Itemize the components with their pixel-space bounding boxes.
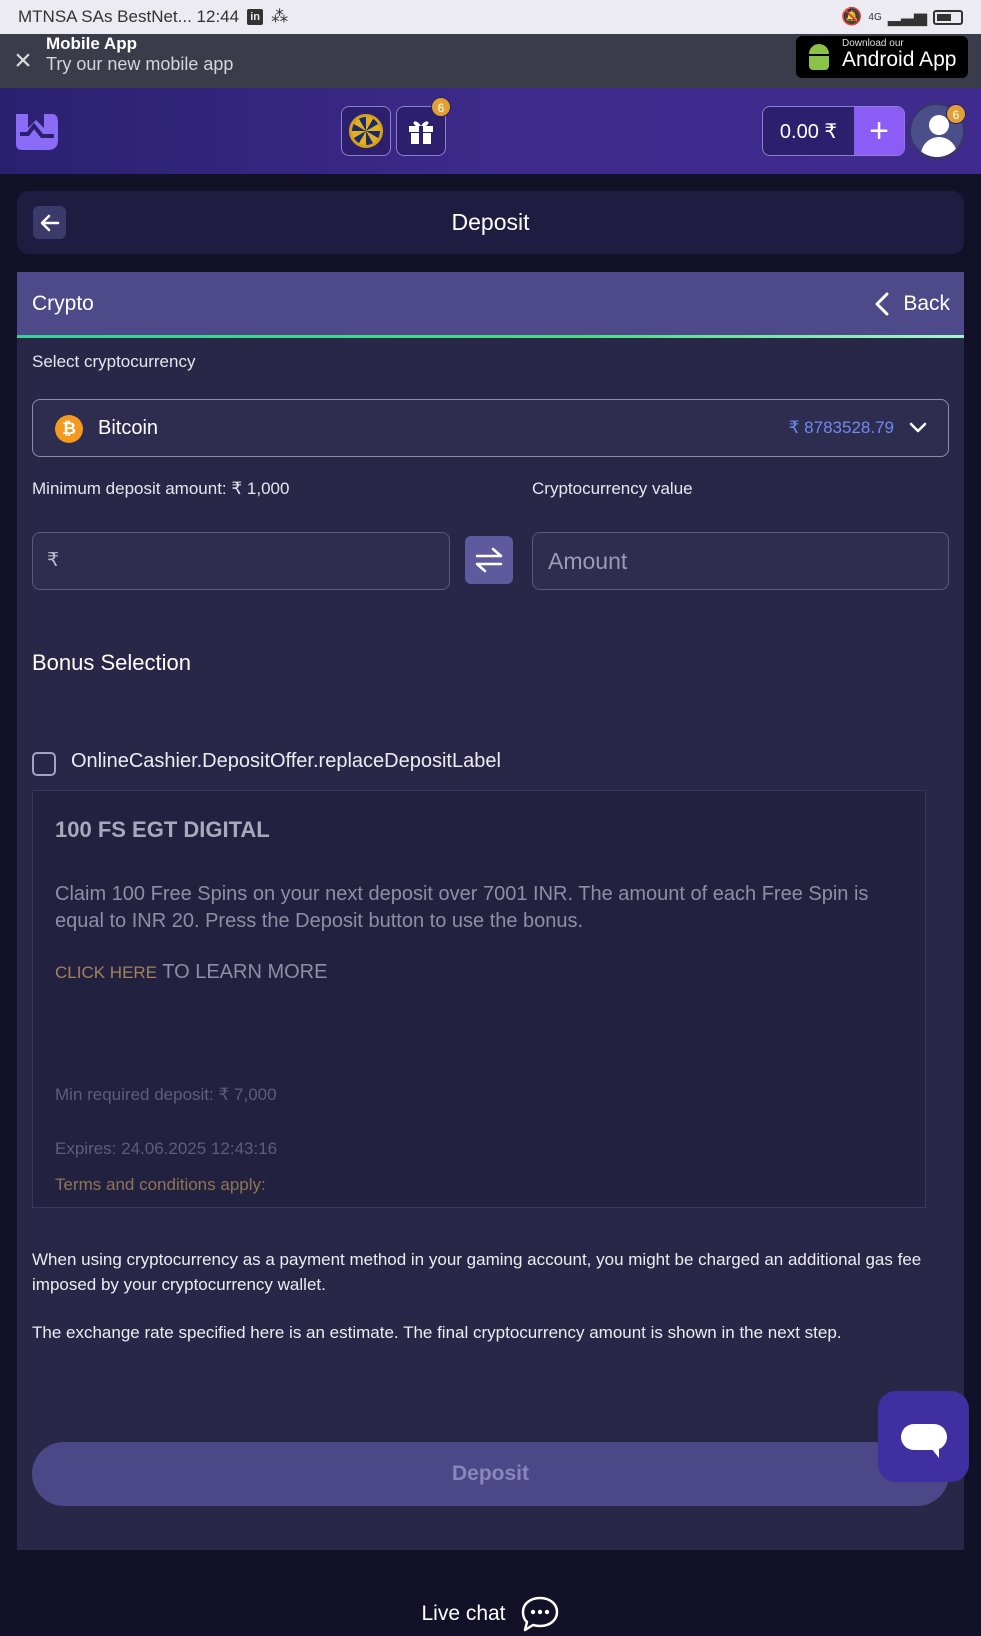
battery-icon [933,9,963,25]
chat-icon [521,1596,558,1632]
download-small-text: Download our [842,37,904,49]
android-download-button[interactable]: Download our Android App [796,36,968,78]
offer-min-deposit: Min required deposit: ₹ 7,000 [55,1085,277,1104]
page-title: Deposit [451,209,530,235]
progress-line [17,335,964,338]
fortune-wheel-button[interactable] [341,106,391,156]
logo-icon[interactable] [14,110,58,152]
crypto-rate: ₹ 8783528.79 [788,418,894,437]
banner-subtitle: Try our new mobile app [46,53,234,74]
chevron-left-icon [875,292,889,315]
bonus-checkbox-label[interactable]: OnlineCashier.DepositOffer.replaceDeposi… [71,750,501,773]
deposit-panel: Crypto Back Select cryptocurrency ₿ Bitc… [17,272,964,1550]
offer-expires: Expires: 24.06.2025 12:43:16 [55,1139,278,1158]
swap-button[interactable] [465,536,513,584]
select-crypto-label: Select cryptocurrency [32,352,196,371]
bonus-offer-card[interactable]: 100 FS EGT DIGITAL Claim 100 Free Spins … [32,790,926,1208]
method-back-button[interactable]: Back [875,272,950,335]
crypto-name: Bitcoin [98,417,159,439]
live-chat-label: Live chat [421,1602,506,1625]
live-chat-link[interactable]: Live chat [0,1594,981,1634]
linkedin-icon: in [247,9,264,25]
swap-icon [475,547,503,573]
wheel-icon [349,114,383,148]
deposit-button[interactable]: Deposit [32,1442,949,1506]
offer-learn-more: CLICK HERE TO LEARN MORE [55,961,327,984]
gift-button[interactable]: 6 [396,97,451,156]
learn-more-text: TO LEARN MORE [157,961,328,983]
click-here-link[interactable]: CLICK HERE [55,963,157,982]
balance-widget[interactable]: 0.00 ₹ + [762,106,905,156]
notification-dots-icon: ⁂ [271,7,289,26]
deposit-title-bar: Deposit [17,191,964,254]
gift-badge: 6 [431,97,451,117]
chevron-down-icon [909,422,927,433]
rupee-symbol: ₹ [47,550,60,571]
crypto-select[interactable]: ₿ Bitcoin ₹ 8783528.79 [32,399,949,457]
back-label: Back [903,292,950,315]
mute-icon: 🔕 [841,7,863,26]
crypto-amount-placeholder: Amount [548,548,628,574]
network-label: 4G [868,11,882,23]
balance-amount: 0.00 ₹ [779,120,838,143]
bitcoin-icon: ₿ [55,415,83,443]
add-funds-button[interactable]: + [854,107,904,155]
profile-badge: 6 [946,104,966,124]
offer-title: 100 FS EGT DIGITAL [55,817,270,842]
gift-icon [409,121,433,144]
download-big-text: Android App [842,47,957,71]
method-bar: Crypto Back [17,272,964,335]
status-carrier-time: MTNSA SAs BestNet... 12:44 [18,7,240,26]
exchange-rate-note: The exchange rate specified here is an e… [32,1323,842,1342]
bonus-heading: Bonus Selection [32,650,191,675]
site-header: 6 0.00 ₹ + 6 [0,88,981,174]
min-deposit-label: Minimum deposit amount: ₹ 1,000 [32,479,290,498]
bonus-checkbox[interactable] [32,752,56,776]
android-icon [806,44,832,70]
offer-terms-link[interactable]: Terms and conditions apply: [55,1175,266,1195]
fiat-amount-input[interactable]: ₹ [32,532,450,590]
crypto-value-label: Cryptocurrency value [532,479,693,498]
status-bar: MTNSA SAs BestNet... 12:44 in ⁂ 🔕 4G ▂▃▅ [0,0,981,34]
banner-title: Mobile App [46,33,137,53]
gas-fee-note: When using cryptocurrency as a payment m… [32,1250,922,1294]
chat-bubble-icon [900,1423,947,1458]
method-label: Crypto [32,292,94,315]
app-banner: × Mobile App Try our new mobile app Down… [0,34,981,88]
close-icon[interactable]: × [0,46,46,76]
chat-fab-button[interactable] [878,1391,969,1482]
crypto-amount-input[interactable]: Amount [532,532,949,590]
signal-icon: ▂▃▅ [887,7,927,26]
offer-description: Claim 100 Free Spins on your next deposi… [55,883,869,932]
